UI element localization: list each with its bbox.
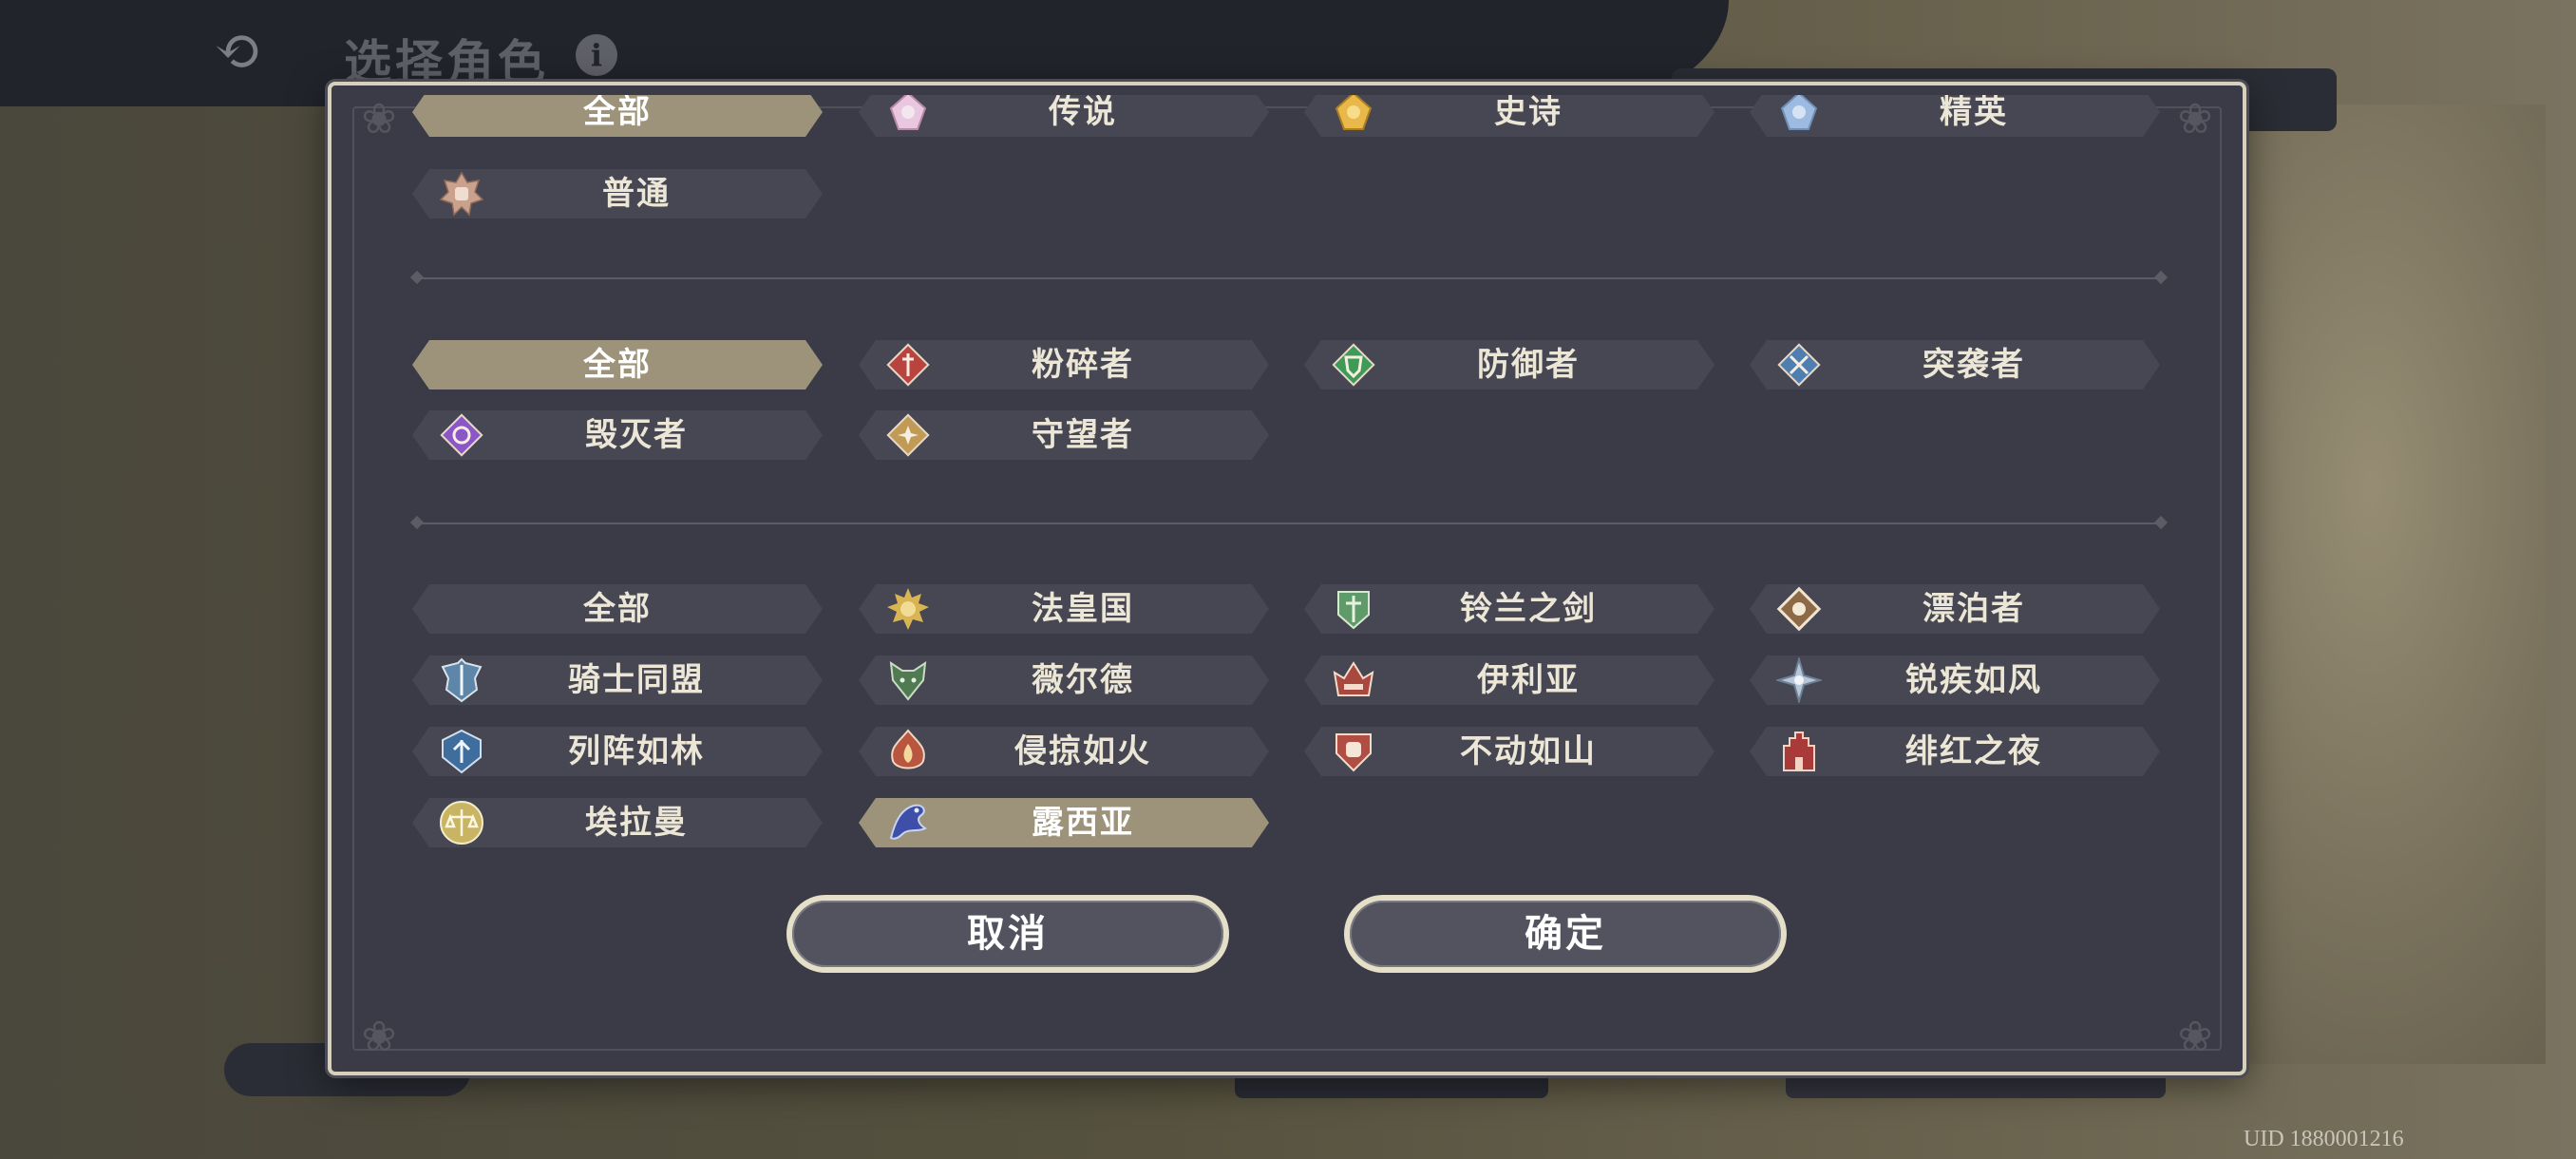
- faction-filter-chip[interactable]: 铃兰之剑: [1304, 584, 1714, 634]
- class-filter-label: 全部: [583, 346, 652, 384]
- rarity-filter-label: 精英: [1940, 95, 2008, 131]
- filter-dialog: ❀ ❀ ❀ ❀: [328, 82, 2246, 1075]
- rarity-filter-chip[interactable]: 精英: [1750, 95, 2160, 137]
- class-filter-chip[interactable]: 守望者: [859, 410, 1269, 460]
- faction-filter-label: 漂泊者: [1923, 590, 2025, 628]
- faction-filter-label: 铃兰之剑: [1460, 590, 1597, 628]
- faction-filter-label: 伊利亚: [1477, 661, 1580, 699]
- back-arrow-icon[interactable]: ⟲: [199, 21, 275, 82]
- class-filter-label: 防御者: [1477, 346, 1580, 384]
- faction-filter-label: 骑士同盟: [568, 661, 705, 699]
- faction-filter-label: 埃拉曼: [585, 804, 688, 842]
- faction-filter-chip[interactable]: 薇尔德: [859, 656, 1269, 705]
- rarity-first-row-viewport: 全部 传说 史诗 精英: [399, 95, 2185, 146]
- faction-filter-chip[interactable]: 骑士同盟: [412, 656, 823, 705]
- faction-filter-chip[interactable]: 漂泊者: [1750, 584, 2160, 634]
- uid-label: UID 1880001216: [2244, 1127, 2404, 1151]
- section-divider: [416, 277, 2162, 279]
- faction-filter-label: 露西亚: [1032, 804, 1134, 842]
- class-filter-label: 守望者: [1032, 416, 1134, 454]
- faction-filter-label: 绯红之夜: [1905, 732, 2042, 770]
- rarity-filter-chip[interactable]: 传说: [859, 95, 1269, 137]
- rarity-filter-label: 全部: [583, 95, 652, 131]
- faction-filter-label: 侵掠如火: [1014, 732, 1151, 770]
- class-filter-chip[interactable]: 突袭者: [1750, 340, 2160, 390]
- class-filter-chip[interactable]: 全部: [412, 340, 823, 390]
- faction-filter-label: 薇尔德: [1032, 661, 1134, 699]
- class-filter-label: 粉碎者: [1032, 346, 1134, 384]
- faction-filter-chip[interactable]: 伊利亚: [1304, 656, 1714, 705]
- section-divider: [416, 522, 2162, 524]
- faction-filter-label: 全部: [583, 590, 652, 628]
- cancel-button[interactable]: 取消: [786, 895, 1229, 973]
- corner-ornament-icon: ❀: [361, 1013, 397, 1061]
- rarity-filter-chip[interactable]: 全部: [412, 95, 823, 137]
- rarity-filter-chip[interactable]: 史诗: [1304, 95, 1714, 137]
- class-filter-label: 毁灭者: [585, 416, 688, 454]
- faction-filter-chip[interactable]: 埃拉曼: [412, 798, 823, 847]
- class-filter-chip[interactable]: 粉碎者: [859, 340, 1269, 390]
- faction-filter-label: 法皇国: [1032, 590, 1134, 628]
- class-filter-chip[interactable]: 防御者: [1304, 340, 1714, 390]
- cancel-button-label: 取消: [967, 911, 1049, 956]
- rarity-filter-label: 史诗: [1494, 95, 1563, 131]
- confirm-button[interactable]: 确定: [1344, 895, 1787, 973]
- faction-filter-chip[interactable]: 绯红之夜: [1750, 727, 2160, 776]
- class-filter-label: 突袭者: [1923, 346, 2025, 384]
- class-filter-chip[interactable]: 毁灭者: [412, 410, 823, 460]
- info-icon[interactable]: i: [576, 34, 617, 76]
- faction-filter-label: 锐疾如风: [1905, 661, 2042, 699]
- faction-filter-chip[interactable]: 法皇国: [859, 584, 1269, 634]
- faction-filter-chip[interactable]: 列阵如林: [412, 727, 823, 776]
- faction-filter-label: 不动如山: [1460, 732, 1597, 770]
- corner-ornament-icon: ❀: [2177, 1013, 2213, 1061]
- rarity-filter-label: 传说: [1049, 95, 1117, 131]
- rarity-filter-label: 普通: [602, 175, 671, 213]
- faction-filter-chip[interactable]: 露西亚: [859, 798, 1269, 847]
- faction-filter-chip[interactable]: 锐疾如风: [1750, 656, 2160, 705]
- faction-filter-chip[interactable]: 侵掠如火: [859, 727, 1269, 776]
- faction-filter-chip[interactable]: 不动如山: [1304, 727, 1714, 776]
- rarity-filter-chip[interactable]: 普通: [412, 169, 823, 218]
- faction-filter-chip[interactable]: 全部: [412, 584, 823, 634]
- dialog-inner-frame: [352, 106, 2222, 1051]
- confirm-button-label: 确定: [1525, 911, 1606, 956]
- faction-filter-label: 列阵如林: [568, 732, 705, 770]
